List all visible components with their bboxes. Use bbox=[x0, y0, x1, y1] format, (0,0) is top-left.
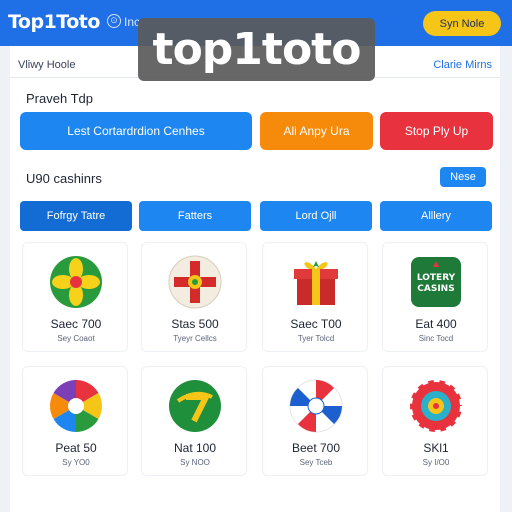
popular-section-title: Praveh Tdp bbox=[26, 91, 93, 106]
lotery-casino-logo: LOTERY CASINS bbox=[411, 257, 461, 307]
game-subtitle: Sey Coaot bbox=[57, 334, 95, 343]
clock-icon[interactable]: ⊙ bbox=[107, 14, 121, 28]
subnav-left-link[interactable]: Vliwy Hoole bbox=[18, 59, 75, 71]
more-button[interactable]: Nese bbox=[440, 167, 486, 187]
svg-text:LOTERY: LOTERY bbox=[417, 273, 456, 283]
cashinrs-section-title: U90 cashinrs bbox=[26, 171, 102, 186]
color-wheel-icon bbox=[50, 380, 102, 432]
game-card[interactable]: LOTERY CASINS Eat 400 Sinc Tocd bbox=[382, 242, 488, 352]
game-card[interactable]: Peat 50 Sy YO0 bbox=[22, 366, 128, 476]
game-subtitle: Sy YO0 bbox=[62, 458, 90, 467]
watermark-overlay: top1toto bbox=[138, 18, 375, 81]
game-name: Saec 700 bbox=[50, 317, 102, 331]
game-subtitle: Sey Tceb bbox=[299, 458, 333, 467]
red-action-button[interactable]: Stop Ply Up bbox=[380, 112, 493, 150]
game-name: SKl1 bbox=[423, 441, 449, 455]
game-subtitle: Tyeyr Cellcs bbox=[173, 334, 217, 343]
game-card[interactable]: Saec 700 Sey Coaot bbox=[22, 242, 128, 352]
game-name: Peat 50 bbox=[55, 441, 97, 455]
game-card[interactable]: Saec T00 Tyer Tolcd bbox=[262, 242, 368, 352]
star-flower-icon bbox=[50, 256, 102, 308]
game-name: Nat 100 bbox=[173, 441, 217, 455]
cross-shield-icon bbox=[168, 255, 222, 309]
tab-1[interactable]: Fofrgy Tatre bbox=[20, 201, 132, 231]
game-subtitle: Sy I/O0 bbox=[422, 458, 450, 467]
game-subtitle: Sy NOO bbox=[180, 458, 210, 467]
subnav-right-link[interactable]: Clarie Mirns bbox=[433, 59, 492, 71]
game-name: Saec T00 bbox=[290, 317, 342, 331]
orange-action-button[interactable]: Ali Anpy Ura bbox=[260, 112, 373, 150]
green-seven-icon bbox=[169, 380, 221, 432]
game-card[interactable]: Beet 700 Sey Tceb bbox=[262, 366, 368, 476]
signup-button[interactable]: Syn Nole bbox=[423, 11, 501, 36]
game-card[interactable]: Nat 100 Sy NOO bbox=[141, 366, 247, 476]
site-logo[interactable]: Top1Toto bbox=[8, 11, 100, 33]
game-card[interactable]: Stas 500 Tyeyr Cellcs bbox=[141, 242, 247, 352]
gift-box-icon bbox=[294, 261, 338, 305]
game-name: Eat 400 bbox=[415, 317, 457, 331]
tab-3[interactable]: Lord Ojll bbox=[260, 201, 372, 231]
tab-4[interactable]: Alllery bbox=[380, 201, 492, 231]
tab-2[interactable]: Fatters bbox=[139, 201, 251, 231]
game-name: Stas 500 bbox=[171, 317, 219, 331]
main-panel: Vliwy Hoole Clarie Mirns Praveh Tdp Lest… bbox=[10, 46, 500, 512]
game-card[interactable]: SKl1 Sy I/O0 bbox=[382, 366, 488, 476]
roulette-wheel-icon bbox=[409, 379, 463, 433]
primary-action-button[interactable]: Lest Cortardrdion Cenhes bbox=[20, 112, 252, 150]
game-name: Beet 700 bbox=[291, 441, 341, 455]
swirl-ball-icon bbox=[289, 379, 343, 433]
svg-text:CASINS: CASINS bbox=[417, 284, 454, 294]
game-subtitle: Tyer Tolcd bbox=[297, 334, 335, 343]
game-subtitle: Sinc Tocd bbox=[418, 334, 454, 343]
